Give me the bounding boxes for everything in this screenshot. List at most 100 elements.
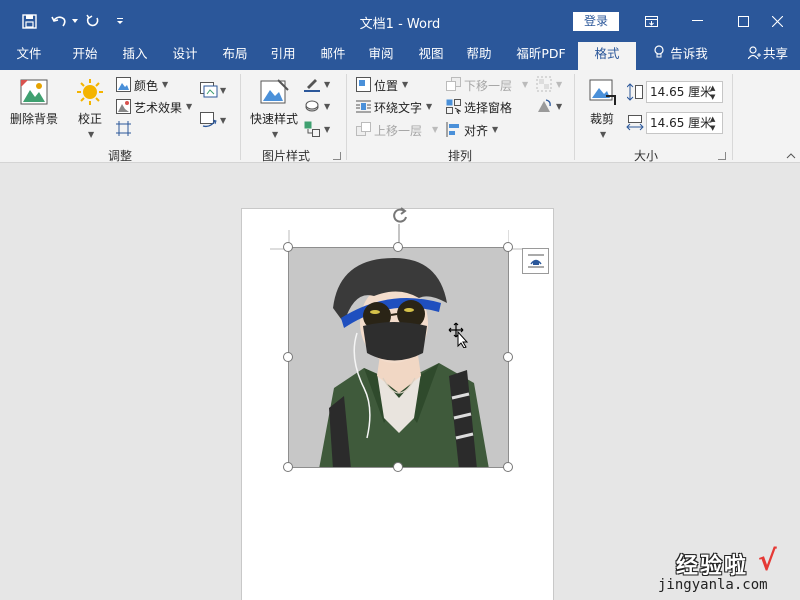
picture-layout-button[interactable]: ▼ [304,121,334,141]
selection-pane-button[interactable]: 选择窗格 [446,98,522,118]
chevron-down-icon: ▼ [402,80,409,89]
tab-review[interactable]: 审阅 [360,42,402,70]
send-backward-label: 下移一层 [464,79,513,93]
shape-width-input[interactable]: 14.65 厘米 ▲ ▼ [646,112,723,134]
picture-border-button[interactable]: ▼ [304,76,334,96]
compress-pictures-icon [200,82,218,101]
shape-height-input[interactable]: 14.65 厘米 ▲ ▼ [646,81,723,103]
selection-pane-icon [446,99,462,117]
transparency-button[interactable] [116,121,134,139]
tab-home[interactable]: 开始 [64,42,106,70]
tab-view[interactable]: 视图 [410,42,452,70]
watermark-title: 经验啦 [676,554,749,579]
redo-icon[interactable] [82,0,104,42]
color-button[interactable]: 颜色 ▼ [116,76,176,96]
bring-forward-icon [356,122,371,140]
send-backward-button[interactable]: 下移一层 ▼ [446,76,530,96]
resize-handle-bottom[interactable] [393,462,403,472]
close-icon[interactable] [754,0,800,42]
picture-effects-button[interactable]: ▼ [304,98,334,118]
shape-height-icon [626,83,643,104]
artistic-effects-label: 艺术效果 [134,101,183,115]
picture-layout-icon [304,121,320,140]
remove-background-button[interactable]: 删除背景 [8,76,60,134]
tab-format[interactable]: 格式 [578,42,636,70]
spin-down-icon[interactable]: ▼ [710,93,720,101]
tab-file[interactable]: 文件 [8,42,50,70]
size-launcher-icon[interactable] [718,152,726,160]
tab-mailings[interactable]: 邮件 [312,42,354,70]
tell-me-search[interactable]: 告诉我 [646,42,716,70]
tab-design[interactable]: 设计 [164,42,206,70]
artistic-effects-button[interactable]: 艺术效果 ▼ [116,98,194,118]
ribbon-display-options-icon[interactable] [628,0,674,42]
shape-width-icon [626,115,644,134]
remove-background-icon [20,78,48,109]
position-icon [356,77,371,95]
chevron-down-icon: ▼ [426,102,433,111]
selected-picture[interactable] [288,247,509,468]
group-objects-icon [536,76,552,95]
ribbon-format: 删除背景 校正 ▼ 颜色 ▼ 艺术效果 ▼ ▼ ▼ 调整 快速样式 ▼ ▼ ▼ … [0,70,800,163]
group-adjust-title: 调整 [108,149,133,163]
spin-up-icon[interactable]: ▲ [710,115,720,123]
chevron-down-icon: ▼ [522,80,529,89]
login-button[interactable]: 登录 [573,12,619,31]
group-separator [240,74,241,160]
group-picture-styles-title: 图片样式 [262,149,311,163]
picture-styles-launcher-icon[interactable] [333,152,341,160]
resize-handle-top[interactable] [393,242,403,252]
corrections-button[interactable]: 校正 ▼ [68,76,114,146]
picture-effects-icon [304,98,320,117]
resize-handle-bottom-left[interactable] [283,462,293,472]
pen-icon [304,76,320,95]
watermark: 经验啦 √ jingyanla.com [640,544,790,596]
lightbulb-icon [654,43,664,67]
change-picture-button[interactable]: ▼ [200,112,230,132]
minimize-icon[interactable] [674,0,720,42]
group-objects-button[interactable]: ▼ [536,76,566,96]
remove-background-label: 删除背景 [10,112,59,126]
rotate-icon [536,98,552,117]
rotate-objects-button[interactable]: ▼ [536,98,566,118]
collapse-ribbon-icon[interactable] [786,148,798,159]
tab-insert[interactable]: 插入 [114,42,156,70]
resize-handle-right[interactable] [503,352,513,362]
save-icon[interactable] [16,0,42,42]
resize-handle-bottom-right[interactable] [503,462,513,472]
compress-pictures-button[interactable]: ▼ [200,82,230,102]
rotate-handle-icon[interactable] [390,207,408,225]
tab-help[interactable]: 帮助 [458,42,500,70]
title-bar: 文档1 - Word 登录 [0,0,800,42]
crop-label: 裁剪 [590,112,615,126]
color-label: 颜色 [134,79,159,93]
wrap-text-button[interactable]: 环绕文字 ▼ [356,98,436,118]
undo-dropdown-icon[interactable] [70,0,80,42]
customize-toolbar-icon[interactable] [112,0,128,42]
tab-foxit-pdf[interactable]: 福昕PDF [510,42,572,70]
position-button[interactable]: 位置 ▼ [356,76,416,96]
transparency-icon [116,121,131,139]
crop-button[interactable]: 裁剪 ▼ [582,76,622,146]
spin-down-icon[interactable]: ▼ [710,124,720,132]
align-button[interactable]: 对齐 ▼ [446,121,502,141]
resize-handle-top-right[interactable] [503,242,513,252]
bring-forward-label: 上移一层 [374,124,423,138]
tab-layout[interactable]: 布局 [214,42,256,70]
chevron-down-icon: ▼ [324,102,331,111]
group-separator [732,74,733,160]
quick-styles-button[interactable]: 快速样式 ▼ [248,76,300,146]
sun-icon [76,78,104,109]
chevron-down-icon: ▼ [324,80,331,89]
align-label: 对齐 [464,124,489,138]
spin-up-icon[interactable]: ▲ [710,84,720,92]
tab-references[interactable]: 引用 [262,42,304,70]
share-button[interactable]: 共享 [740,42,796,70]
artistic-effects-icon [116,99,131,117]
bring-forward-button[interactable]: 上移一层 ▼ [356,121,440,141]
layout-options-button[interactable] [522,248,549,274]
resize-handle-left[interactable] [283,352,293,362]
resize-handle-top-left[interactable] [283,242,293,252]
undo-icon[interactable] [48,0,70,42]
ribbon-tabs: 文件 开始 插入 设计 布局 引用 邮件 审阅 视图 帮助 福昕PDF 格式 告… [0,42,800,70]
